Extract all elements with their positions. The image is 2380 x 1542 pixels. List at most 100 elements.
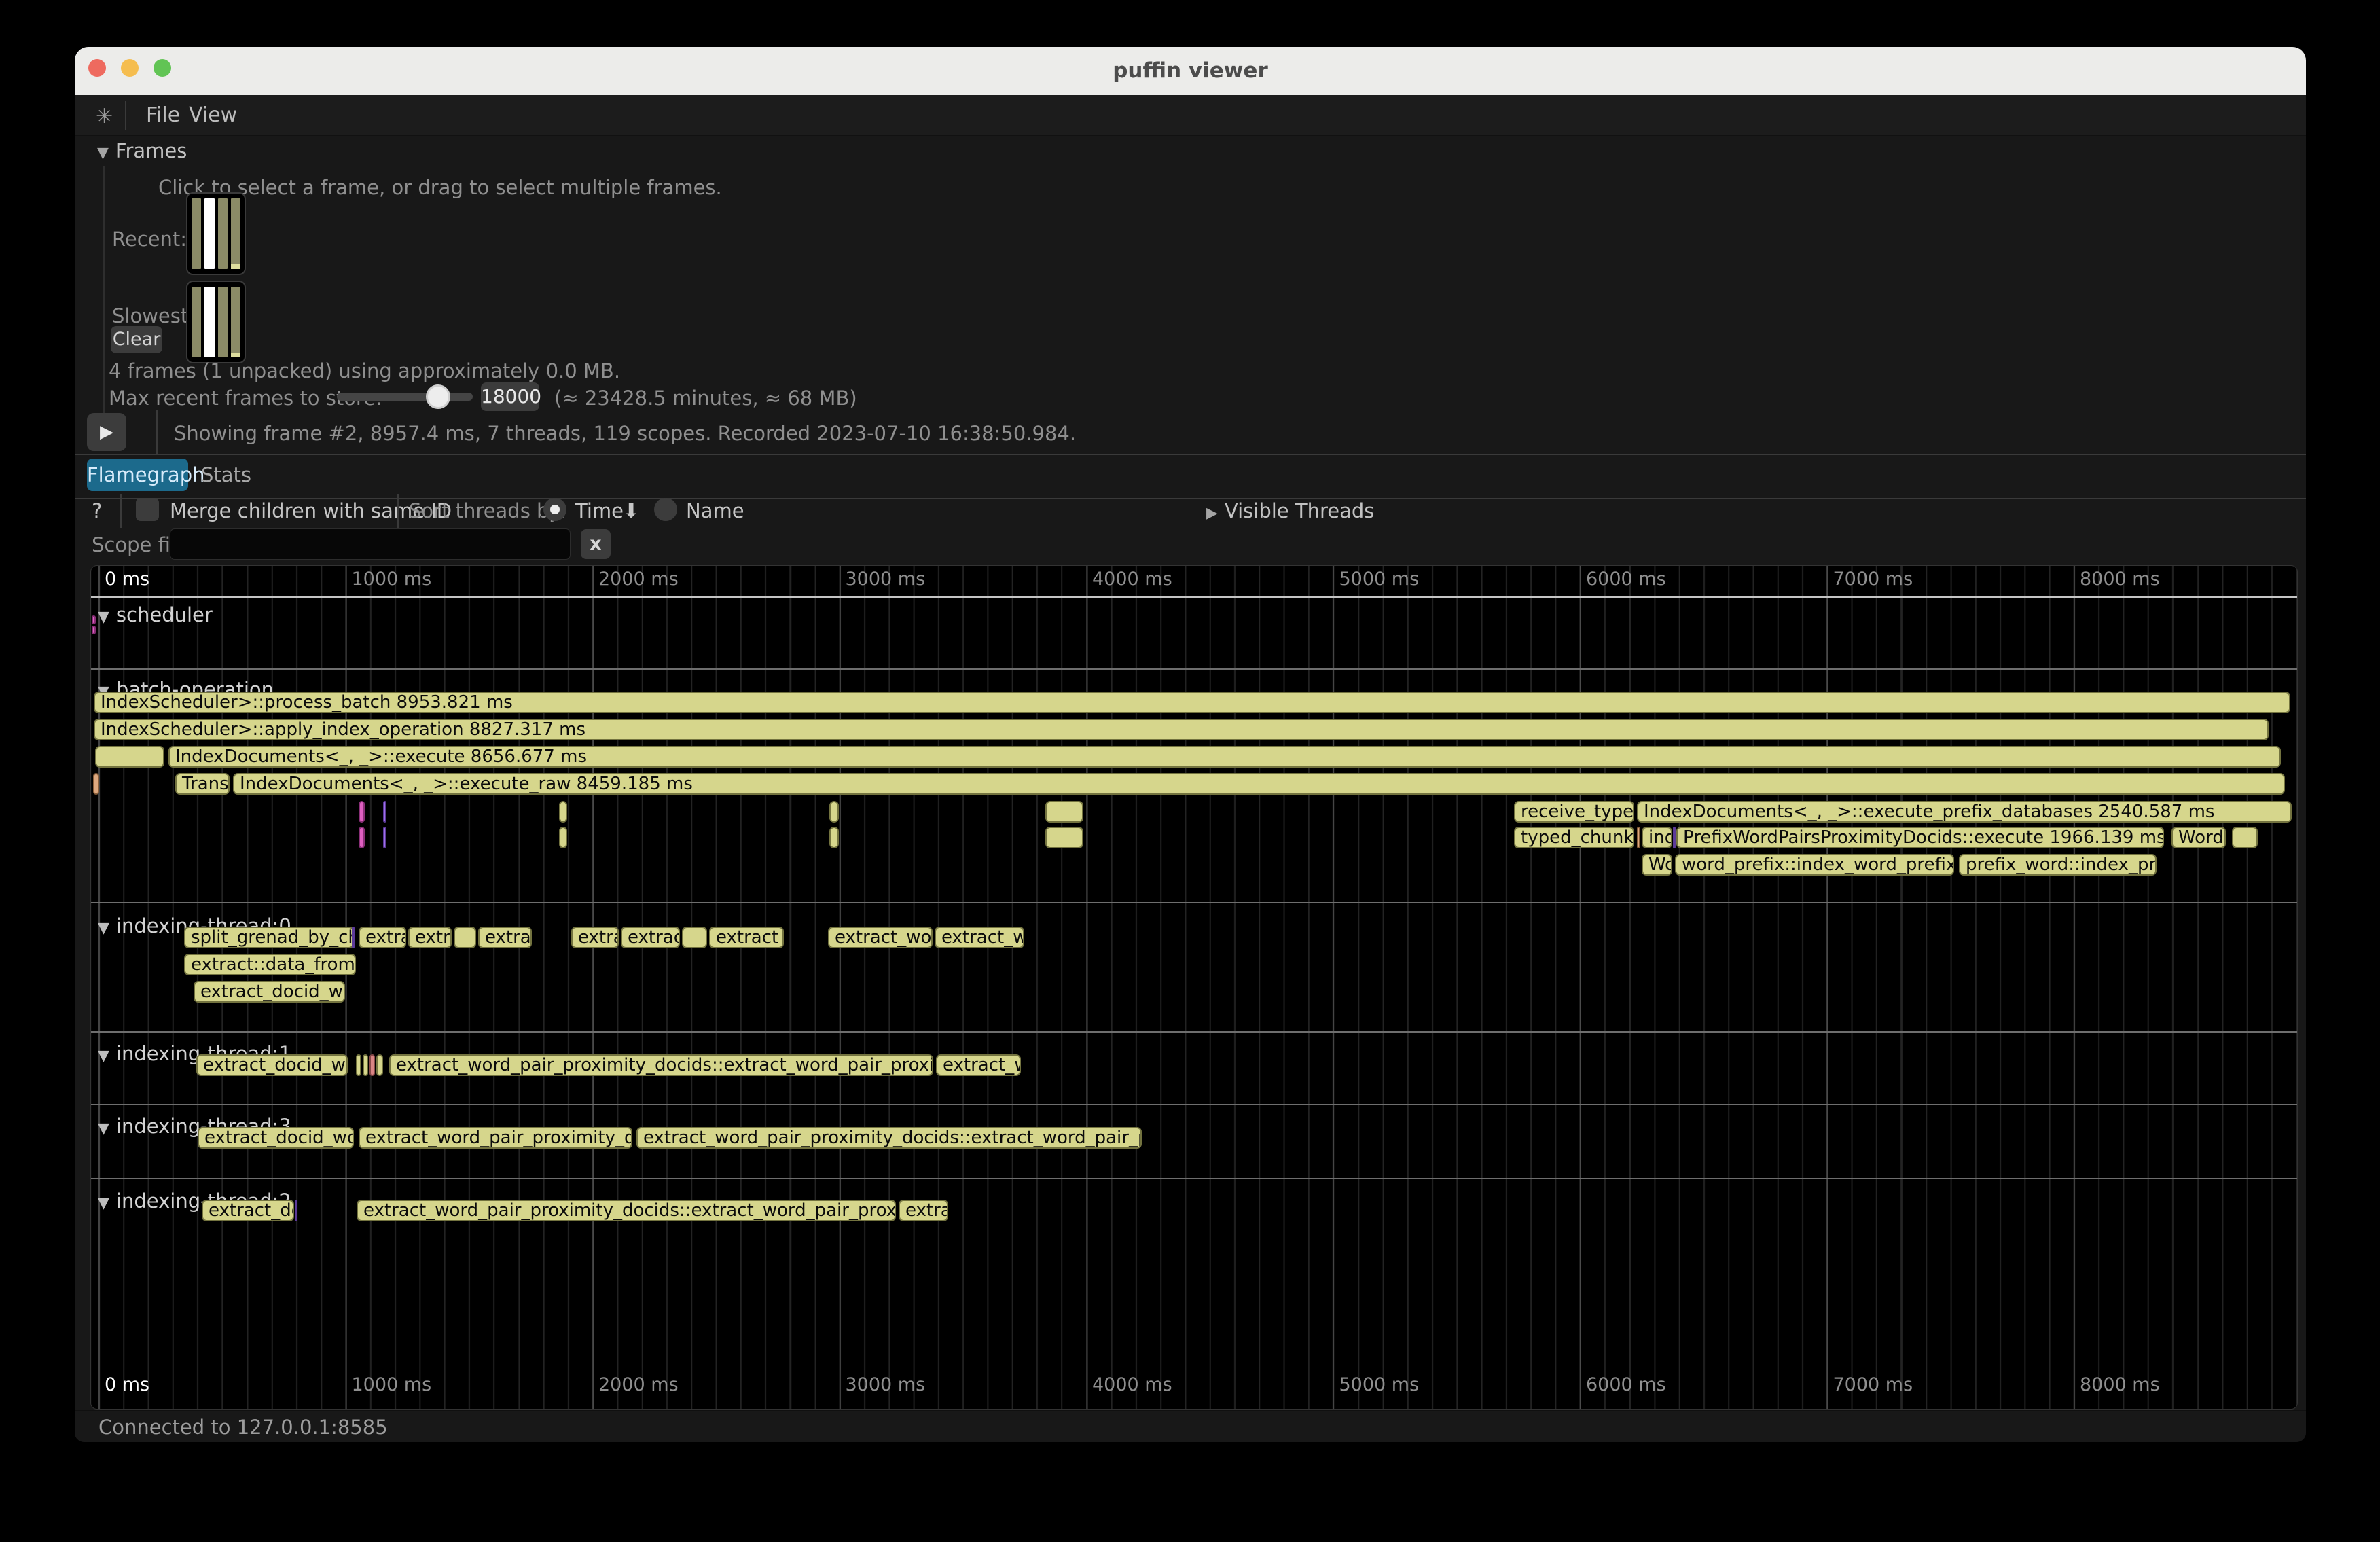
section-separator [91, 1031, 2297, 1033]
scope-bar[interactable] [369, 1054, 375, 1076]
scope-bar[interactable]: WordPr [2171, 827, 2226, 848]
merge-children-checkbox[interactable] [136, 498, 159, 521]
thread-header[interactable]: ▼scheduler [98, 603, 213, 626]
frames-summary-text: 4 frames (1 unpacked) using approximatel… [109, 359, 620, 382]
scope-bar[interactable]: IndexDocuments<_, _>::execute_prefix_dat… [1637, 801, 2292, 823]
scope-bar[interactable]: extract_docid_word [194, 981, 345, 1003]
scope-bar[interactable] [352, 927, 355, 948]
scope-bar[interactable]: extract_docid_word [198, 1127, 354, 1149]
slowest-frame-thumbnail[interactable] [186, 281, 246, 363]
scope-bar[interactable]: IndexScheduler>::process_batch 8953.821 … [94, 692, 2290, 713]
scope-bar[interactable]: IndexDocuments<_, _>::execute 8656.677 m… [168, 746, 2281, 768]
scope-bar[interactable]: extract::data_from_ob [184, 954, 356, 975]
scope-bar[interactable]: split_grenad_by_chun [184, 927, 354, 948]
axis-tick-label: 7000 ms [1833, 569, 1913, 590]
scope-bar[interactable] [1045, 801, 1083, 823]
thumbnail-bar [218, 287, 228, 357]
scope-bar[interactable] [829, 827, 839, 848]
scope-bar[interactable] [682, 927, 707, 948]
flamegraph-canvas[interactable]: 0 ms0 ms1000 ms1000 ms2000 ms2000 ms3000… [90, 565, 2298, 1410]
scope-bar[interactable] [359, 827, 365, 848]
scope-bar[interactable]: extract_w [621, 927, 680, 948]
sort-direction-arrow-icon[interactable]: ⬇ [623, 499, 639, 522]
axis-tick-label: 0 ms [105, 1374, 149, 1395]
scope-bar[interactable]: extract_word_pair_proximity_docids::extr… [357, 1200, 896, 1221]
clear-button[interactable]: Clear [111, 326, 162, 353]
scope-bar[interactable]: Word [1642, 854, 1672, 876]
scope-bar[interactable] [559, 801, 567, 823]
scope-bar[interactable]: extract [359, 927, 406, 948]
thumbnail-bar [204, 198, 214, 269]
scope-bar[interactable]: index [1642, 827, 1672, 848]
section-separator [91, 1178, 2297, 1179]
scope-bar[interactable]: PrefixWordPairsProximityDocids::execute … [1676, 827, 2164, 848]
scope-bar[interactable] [93, 773, 99, 795]
scope-filter-input[interactable] [170, 528, 571, 560]
thumbnail-bar [218, 198, 228, 269]
scope-bar[interactable] [383, 827, 386, 848]
scope-bar[interactable]: IndexScheduler>::apply_index_operation 8… [94, 719, 2269, 740]
max-frames-value[interactable]: 18000 [481, 382, 539, 411]
scope-bar[interactable]: extract_ [571, 927, 619, 948]
scope-bar[interactable]: extract_word_pair_proximity_docids::extr… [389, 1054, 933, 1076]
tab-stats[interactable]: Stats [201, 459, 251, 491]
collapse-triangle-icon: ▼ [97, 145, 109, 162]
scope-bar[interactable]: extract [709, 927, 784, 948]
scope-bar[interactable]: IndexDocuments<_, _>::execute_raw 8459.1… [233, 773, 2285, 795]
scope-bar[interactable] [376, 1054, 383, 1076]
axis-tick-label: 8000 ms [2080, 569, 2160, 590]
clear-filter-button[interactable]: x [581, 529, 611, 559]
divider [397, 494, 399, 528]
max-frames-slider-knob[interactable] [426, 384, 450, 409]
scope-bar[interactable] [92, 626, 96, 634]
axis-tick-label: 4000 ms [1092, 1374, 1172, 1395]
scope-bar[interactable]: Trans [175, 773, 230, 795]
scope-bar[interactable] [363, 1054, 368, 1076]
scope-bar[interactable] [454, 927, 476, 948]
max-frames-slider[interactable] [337, 393, 473, 401]
scope-bar[interactable]: extrac [478, 927, 532, 948]
scope-bar[interactable] [2232, 827, 2258, 848]
scope-bar[interactable]: extract_doc [202, 1200, 294, 1221]
scope-bar[interactable]: receive_typed_ [1514, 801, 1634, 823]
theme-toggle-icon[interactable]: ✳ [96, 105, 113, 128]
menu-item-view[interactable]: View [189, 95, 237, 136]
scope-bar[interactable] [92, 615, 96, 624]
scope-bar[interactable] [356, 1054, 361, 1076]
collapsed-triangle-icon: ▶ [1206, 505, 1218, 522]
scope-bar[interactable] [1045, 827, 1083, 848]
scope-bar[interactable]: extract_word [828, 927, 933, 948]
scope-bar[interactable]: extrac [899, 1200, 948, 1221]
tab-flamegraph[interactable]: Flamegraph [87, 459, 188, 491]
menu-bar: ✳ File View [75, 95, 2306, 136]
scope-bar[interactable] [95, 746, 164, 768]
scope-bar[interactable] [295, 1200, 298, 1221]
scope-bar[interactable]: prefix_word::index_prefix_wo [1959, 854, 2157, 876]
sort-time-radio[interactable] [543, 498, 566, 521]
help-button[interactable]: ? [92, 499, 102, 522]
scope-bar[interactable] [1637, 827, 1640, 848]
scope-bar[interactable]: extract_wo [935, 927, 1024, 948]
scope-bar[interactable] [383, 801, 386, 823]
scope-bar[interactable]: word_prefix::index_word_prefix_ [1675, 854, 1954, 876]
recent-frame-thumbnail[interactable] [186, 192, 246, 275]
play-button[interactable]: ▶ [87, 413, 126, 451]
connection-status: Connected to 127.0.0.1:8585 [98, 1411, 388, 1442]
scope-bar[interactable]: extra [408, 927, 452, 948]
frame-info-text: Showing frame #2, 8957.4 ms, 7 threads, … [174, 422, 1076, 445]
scope-bar[interactable] [359, 801, 365, 823]
scope-bar[interactable] [1673, 827, 1676, 848]
scope-bar[interactable]: extract_docid_word [196, 1054, 348, 1076]
scope-bar[interactable] [559, 827, 567, 848]
scope-bar[interactable] [829, 801, 839, 823]
scope-bar[interactable]: extract_wo [936, 1054, 1021, 1076]
scope-bar[interactable]: typed_chunk::w [1514, 827, 1634, 848]
menu-item-file[interactable]: File [146, 95, 180, 136]
scope-bar[interactable]: extract_word_pair_proximity_docids [359, 1127, 632, 1149]
scope-bar[interactable]: extract_word_pair_proximity_docids::extr… [636, 1127, 1142, 1149]
frames-section-header[interactable]: ▼Frames [97, 139, 187, 162]
app-window: puffin viewer ✳ File View ▼Frames Click … [75, 47, 2306, 1442]
visible-threads-header[interactable]: ▶Visible Threads [1206, 499, 1374, 522]
axis-tick-label: 3000 ms [846, 569, 926, 590]
sort-name-radio[interactable] [654, 498, 677, 521]
